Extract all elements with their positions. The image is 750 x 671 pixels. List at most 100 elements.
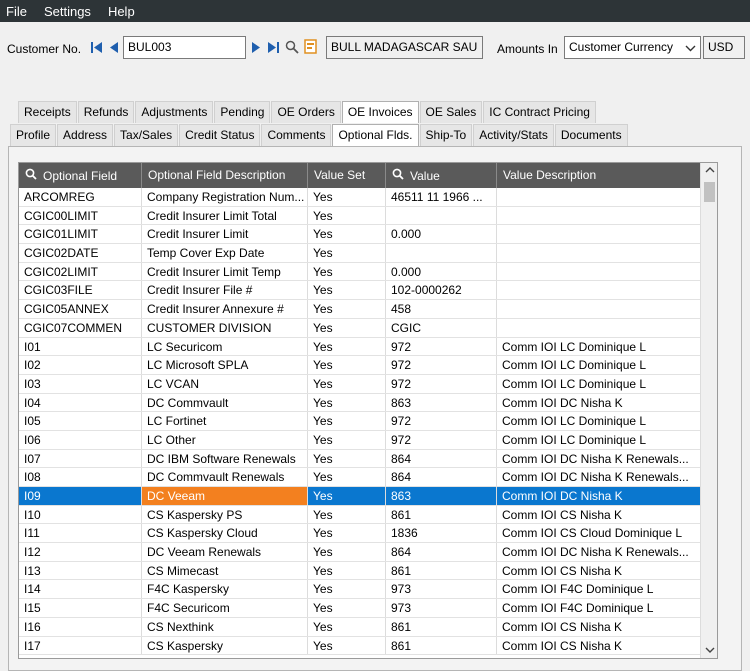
tab-comments[interactable]: Comments: [261, 124, 332, 146]
first-record-icon[interactable]: [90, 41, 103, 56]
value-description-cell[interactable]: [497, 319, 700, 337]
chevron-down-icon[interactable]: [685, 42, 696, 56]
column-header-optional-field[interactable]: Optional Field: [19, 163, 142, 188]
menu-help[interactable]: Help: [108, 4, 135, 19]
table-row[interactable]: CGIC02LIMIT Credit Insurer Limit Temp Yes 0…: [19, 262, 700, 282]
tab-profile[interactable]: Profile: [10, 124, 57, 146]
value-set-cell[interactable]: Yes: [308, 580, 386, 599]
table-row[interactable]: I08 DC Commvault Renewals Yes 864 Comm IOI D…: [19, 468, 700, 487]
table-row[interactable]: CGIC02DATE Temp Cover Exp Date Yes: [19, 244, 700, 263]
value-cell[interactable]: CGIC: [386, 318, 497, 337]
description-cell[interactable]: F4C Securicom: [142, 599, 308, 617]
new-document-icon[interactable]: [304, 39, 317, 56]
table-row[interactable]: I07 DC IBM Software Renewals Yes 864 Comm IO…: [19, 449, 700, 469]
value-description-cell[interactable]: [497, 244, 700, 262]
value-description-cell[interactable]: Comm IOI F4C Dominique L: [497, 599, 700, 617]
value-cell[interactable]: 1836: [386, 524, 497, 543]
tab-oe-orders[interactable]: OE Orders: [271, 101, 341, 123]
value-set-cell[interactable]: Yes: [308, 543, 386, 561]
description-cell[interactable]: LC Securicom: [142, 337, 308, 356]
description-cell[interactable]: Company Registration Num...: [142, 188, 308, 206]
value-description-cell[interactable]: Comm IOI F4C Dominique L: [497, 580, 700, 598]
value-description-cell[interactable]: Comm IOI DC Nisha K Renewals...: [497, 468, 700, 486]
last-record-icon[interactable]: [267, 41, 280, 56]
value-set-cell[interactable]: Yes: [308, 356, 386, 374]
value-cell[interactable]: 972: [386, 374, 497, 393]
description-cell[interactable]: LC Microsoft SPLA: [142, 356, 308, 374]
value-cell[interactable]: 972: [386, 430, 497, 449]
table-row[interactable]: CGIC03FILE Credit Insurer File # Yes 102-00…: [19, 281, 700, 301]
column-header-description[interactable]: Optional Field Description: [142, 163, 308, 188]
optional-field-cell[interactable]: I07: [19, 449, 142, 468]
value-set-cell[interactable]: Yes: [308, 393, 386, 412]
value-description-cell[interactable]: Comm IOI LC Dominique L: [497, 375, 700, 393]
description-cell[interactable]: Credit Insurer Annexure #: [142, 300, 308, 318]
value-cell[interactable]: 863: [386, 393, 497, 412]
description-cell[interactable]: DC Commvault: [142, 393, 308, 412]
table-row[interactable]: I17 CS Kaspersky Yes 861 Comm IOI CS Nisha K: [19, 636, 700, 656]
table-row[interactable]: CGIC05ANNEX Credit Insurer Annexure # Yes 4…: [19, 300, 700, 319]
value-set-cell[interactable]: Yes: [308, 449, 386, 468]
table-row[interactable]: CGIC00LIMIT Credit Insurer Limit Total Yes: [19, 206, 700, 226]
table-row[interactable]: I13 CS Mimecast Yes 861 Comm IOI CS Nisha K: [19, 561, 700, 581]
value-set-cell[interactable]: Yes: [308, 244, 386, 262]
menu-file[interactable]: File: [6, 4, 27, 19]
description-cell[interactable]: CS Nexthink: [142, 617, 308, 636]
value-set-cell[interactable]: Yes: [308, 505, 386, 524]
value-description-cell[interactable]: Comm IOI CS Nisha K: [497, 637, 700, 655]
value-set-cell[interactable]: Yes: [308, 599, 386, 617]
value-set-cell[interactable]: Yes: [308, 430, 386, 449]
value-description-cell[interactable]: Comm IOI LC Dominique L: [497, 356, 700, 374]
value-set-cell[interactable]: Yes: [308, 561, 386, 580]
value-cell[interactable]: 861: [386, 636, 497, 655]
tab-address[interactable]: Address: [57, 124, 114, 146]
optional-field-cell[interactable]: CGIC03FILE: [19, 281, 142, 300]
tab-adjustments[interactable]: Adjustments: [135, 101, 214, 123]
vertical-scrollbar[interactable]: [700, 163, 717, 658]
description-cell[interactable]: DC IBM Software Renewals: [142, 449, 308, 468]
value-description-cell[interactable]: Comm IOI DC Nisha K: [497, 394, 700, 412]
value-cell[interactable]: [386, 206, 497, 225]
optional-field-cell[interactable]: I14: [19, 580, 142, 599]
customer-number-field[interactable]: BUL003: [123, 36, 246, 59]
optional-field-cell[interactable]: CGIC02DATE: [19, 244, 142, 262]
value-description-cell[interactable]: Comm IOI CS Cloud Dominique L: [497, 524, 700, 542]
scroll-down-icon[interactable]: [701, 643, 717, 658]
value-set-cell[interactable]: Yes: [308, 617, 386, 636]
value-set-cell[interactable]: Yes: [308, 318, 386, 337]
value-description-cell[interactable]: [497, 300, 700, 318]
tab-tax-sales[interactable]: Tax/Sales: [114, 124, 179, 146]
value-description-cell[interactable]: Comm IOI DC Nisha K: [497, 487, 700, 505]
value-cell[interactable]: 972: [386, 337, 497, 356]
optional-field-cell[interactable]: I02: [19, 356, 142, 374]
value-cell[interactable]: 861: [386, 561, 497, 580]
value-description-cell[interactable]: Comm IOI CS Nisha K: [497, 506, 700, 524]
table-row[interactable]: CGIC01LIMIT Credit Insurer Limit Yes 0.000: [19, 225, 700, 245]
tab-activity-stats[interactable]: Activity/Stats: [473, 124, 554, 146]
value-description-cell[interactable]: Comm IOI DC Nisha K Renewals...: [497, 450, 700, 468]
tab-oe-invoices[interactable]: OE Invoices: [341, 101, 419, 123]
tab-credit-status[interactable]: Credit Status: [179, 124, 261, 146]
value-description-cell[interactable]: [497, 207, 700, 225]
menu-settings[interactable]: Settings: [44, 4, 91, 19]
value-cell[interactable]: 46511 11 1966 ...: [386, 188, 497, 206]
optional-field-cell[interactable]: I16: [19, 617, 142, 636]
table-row[interactable]: CGIC07COMMEN CUSTOMER DIVISION Yes CGIC: [19, 318, 700, 338]
value-set-cell[interactable]: Yes: [308, 487, 386, 505]
table-row[interactable]: I01 LC Securicom Yes 972 Comm IOI LC Dominiq…: [19, 337, 700, 357]
value-description-cell[interactable]: Comm IOI LC Dominique L: [497, 431, 700, 449]
optional-field-cell[interactable]: I04: [19, 393, 142, 412]
optional-field-cell[interactable]: I13: [19, 561, 142, 580]
value-set-cell[interactable]: Yes: [308, 281, 386, 300]
value-cell[interactable]: 861: [386, 617, 497, 636]
optional-field-cell[interactable]: I05: [19, 412, 142, 430]
amounts-in-select[interactable]: Customer Currency: [564, 36, 701, 59]
column-header-value[interactable]: Value: [386, 163, 497, 188]
value-description-cell[interactable]: [497, 281, 700, 299]
table-row[interactable]: I10 CS Kaspersky PS Yes 861 Comm IOI CS Nish…: [19, 505, 700, 525]
next-record-icon[interactable]: [251, 41, 262, 56]
optional-field-cell[interactable]: ARCOMREG: [19, 188, 142, 206]
table-row[interactable]: I14 F4C Kaspersky Yes 973 Comm IOI F4C Domin…: [19, 580, 700, 600]
previous-record-icon[interactable]: [108, 41, 119, 56]
value-cell[interactable]: 864: [386, 468, 497, 486]
